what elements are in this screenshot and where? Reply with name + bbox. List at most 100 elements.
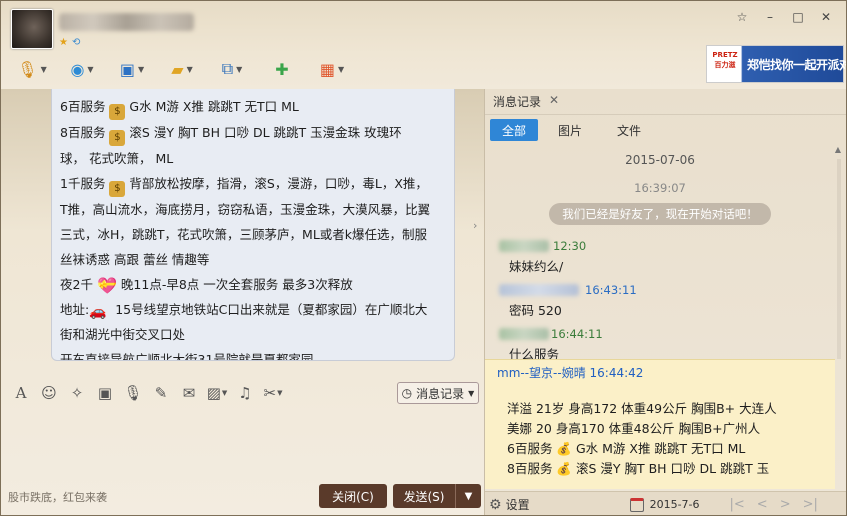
filter-files[interactable]: 文件 — [602, 119, 656, 141]
line-text: 6百服务 — [60, 99, 106, 114]
line-text: 夜2千 — [60, 277, 93, 292]
history-panel: 消息记录 ✕ 全部 图片 文件 ▲ 2015-07-06 16:39:07 我们… — [484, 89, 846, 515]
message-line: 1千服务 $ 背部放松按摩，指滑，滚S，漫游，口唦，毒L，X推， — [60, 171, 446, 197]
message-line: 8百服务 💰 滚S 漫Y 胸T BH 口唦 DL 跳跳T 玉 — [507, 461, 770, 476]
line-text: 晚11点-早8点 一次全套服务 最多3次释放 — [120, 277, 353, 292]
music-button[interactable]: ♫ — [233, 381, 257, 405]
monitor-icon: ▣ — [119, 59, 135, 79]
add-chat-icon: ✚ — [275, 59, 289, 79]
document-button[interactable]: ✎ — [149, 381, 173, 405]
top-toolbar: 🎙 ▼ ◉ ▼ ▣ ▼ ▰ ▼ ⧉ ▼ ✚ ▦ ▼ — [7, 55, 357, 83]
message-text: 妹妹约么/ — [509, 259, 564, 274]
message-line: 6百服务 💰 G水 M游 X推 跳跳T 无T口 ML — [507, 441, 746, 456]
envelope-icon: ✉ — [182, 384, 196, 402]
ad-banner[interactable]: PRETZ 百力滋 郑恺找你一起开派对 — [706, 45, 847, 83]
music-note-icon: ♫ — [238, 384, 252, 402]
next-page-button[interactable]: > — [780, 497, 791, 512]
message-history-label: 消息记录 — [416, 386, 465, 401]
voice-message-button[interactable]: 🎙 — [121, 381, 145, 405]
camera-icon: ◉ — [70, 59, 85, 79]
font-button[interactable]: A — [9, 381, 33, 405]
heart-gift-icon: 💝 — [96, 276, 117, 295]
chat-window: ★ ⟲ ☆ – □ ✕ 🎙 ▼ ◉ ▼ ▣ ▼ ▰ ▼ ⧉ ▼ ✚ ▦ ▼ PR… — [0, 0, 847, 516]
money-bag-icon: $ — [109, 104, 126, 120]
message-line: 球， 花式吹箫， ML — [60, 151, 174, 166]
chevron-down-icon: ▼ — [221, 389, 228, 397]
send-options-button[interactable]: ▼ — [455, 484, 481, 508]
clock-icon: ◷ — [401, 386, 413, 400]
chevron-down-icon: ▼ — [468, 388, 475, 398]
system-notice: 我们已经是好友了，现在开始对话吧！ — [549, 203, 771, 225]
filter-images[interactable]: 图片 — [543, 119, 597, 141]
shake-button[interactable]: ✧ — [65, 381, 89, 405]
voice-call-button[interactable]: 🎙 ▼ — [7, 55, 57, 83]
minimize-button[interactable]: – — [756, 7, 784, 27]
scissors-icon: ✂ — [263, 384, 277, 402]
send-button[interactable]: 发送(S) — [393, 484, 455, 508]
contact-name-blurred — [59, 13, 194, 31]
line-text: 15号线望京地铁站C口出来就是（夏都家园）在广顺北大 — [115, 302, 428, 317]
history-date-picker[interactable]: 2015-7-6 — [650, 498, 700, 511]
scroll-up-icon[interactable]: ▲ — [835, 145, 841, 154]
apps-button[interactable]: ▦ ▼ — [307, 55, 357, 83]
settings-label[interactable]: 设置 — [506, 496, 530, 513]
chevron-down-icon: ▼ — [87, 64, 94, 74]
calendar-icon[interactable] — [629, 497, 644, 512]
create-discussion-button[interactable]: ✚ — [257, 55, 307, 83]
ad-text: 郑恺找你一起开派对 — [747, 58, 847, 72]
message-line: 6百服务 $ G水 M游 X推 跳跳T 无T口 ML — [60, 94, 446, 120]
history-navigation: |< < > >| — [730, 497, 818, 512]
screenshot-button[interactable]: ✂ ▼ — [261, 381, 285, 405]
edit-document-icon: ✎ — [154, 384, 168, 402]
sender-name-blurred — [499, 240, 549, 252]
favorite-icon[interactable]: ☆ — [728, 7, 756, 27]
tab-label: 消息记录 — [493, 95, 542, 109]
highlighted-message: mm--望京--婉晴 16:44:42 洋溢 21岁 身高172 体重49公斤 … — [485, 359, 835, 489]
input-toolbar: A ☺ ✧ ▣ 🎙 ✎ ✉ ▨ ▼ ♫ ✂ ▼ ◷ 消息记录 ▼ — [1, 377, 481, 409]
remote-desktop-button[interactable]: ⧉ ▼ — [207, 55, 257, 83]
maximize-button[interactable]: □ — [784, 7, 812, 27]
close-icon[interactable]: ✕ — [549, 93, 559, 110]
chevron-down-icon: ▼ — [40, 64, 47, 74]
history-date: 2015-07-06 — [625, 153, 695, 167]
conversation-pane: 6百服务 $ G水 M游 X推 跳跳T 无T口 ML 8百服务 $ 滚S 漫Y … — [1, 89, 481, 515]
send-file-button[interactable]: ▰ ▼ — [157, 55, 207, 83]
emoji-button[interactable]: ☺ — [37, 381, 61, 405]
gear-icon[interactable]: ⚙ — [489, 497, 502, 513]
avatar[interactable] — [11, 9, 53, 49]
microphone-icon: 🎙 — [17, 59, 38, 79]
last-page-button[interactable]: >| — [803, 497, 818, 512]
smiley-icon: ☺ — [41, 384, 57, 402]
close-window-button[interactable]: ✕ — [812, 7, 840, 27]
remote-desktop-icon: ⧉ — [221, 59, 234, 78]
previous-page-button[interactable]: < — [757, 497, 768, 512]
chevron-down-icon: ▼ — [186, 64, 193, 74]
image-icon: ▨ — [206, 384, 221, 402]
history-time: 16:39:07 — [634, 181, 686, 195]
video-call-button[interactable]: ◉ ▼ — [57, 55, 107, 83]
message-line: T推，高山流水，海底捞月，窃窃私语，玉漫金珠，大漠风暴，比翼 — [60, 202, 431, 217]
money-bag-icon: $ — [109, 181, 126, 197]
ad-brand-logo: PRETZ 百力滋 — [712, 51, 738, 69]
message-history-button[interactable]: ◷ 消息记录 ▼ — [397, 382, 479, 404]
gif-button[interactable]: ▣ — [93, 381, 117, 405]
scrollbar[interactable] — [837, 159, 841, 359]
font-icon: A — [15, 384, 27, 402]
news-ticker[interactable]: 股市跌底，红包来袭 — [8, 489, 107, 505]
collapse-panel-arrow-icon[interactable]: › — [473, 219, 481, 249]
message-line: 夜2千 💝 晚11点-早8点 一次全套服务 最多3次释放 — [60, 272, 446, 297]
car-icon: 🚗 — [89, 304, 107, 320]
message-input[interactable] — [1, 409, 481, 479]
first-page-button[interactable]: |< — [730, 497, 745, 512]
message-header: mm--望京--婉晴 16:44:42 — [497, 366, 644, 380]
refresh-icon[interactable]: ⟲ — [72, 37, 80, 48]
send-image-button[interactable]: ▨ ▼ — [205, 381, 229, 405]
line-text: 背部放松按摩，指滑，滚S，漫游，口唦，毒L，X推， — [129, 176, 428, 191]
tab-message-history[interactable]: 消息记录 ✕ — [493, 93, 559, 110]
red-packet-button[interactable]: ✉ — [177, 381, 201, 405]
filter-all[interactable]: 全部 — [490, 119, 538, 141]
sender-name-blurred — [499, 284, 579, 296]
message-line: 美娜 20 身高170 体重48公斤 胸围B+广州人 — [507, 421, 761, 436]
screen-share-button[interactable]: ▣ ▼ — [107, 55, 157, 83]
close-button[interactable]: 关闭(C) — [319, 484, 387, 508]
